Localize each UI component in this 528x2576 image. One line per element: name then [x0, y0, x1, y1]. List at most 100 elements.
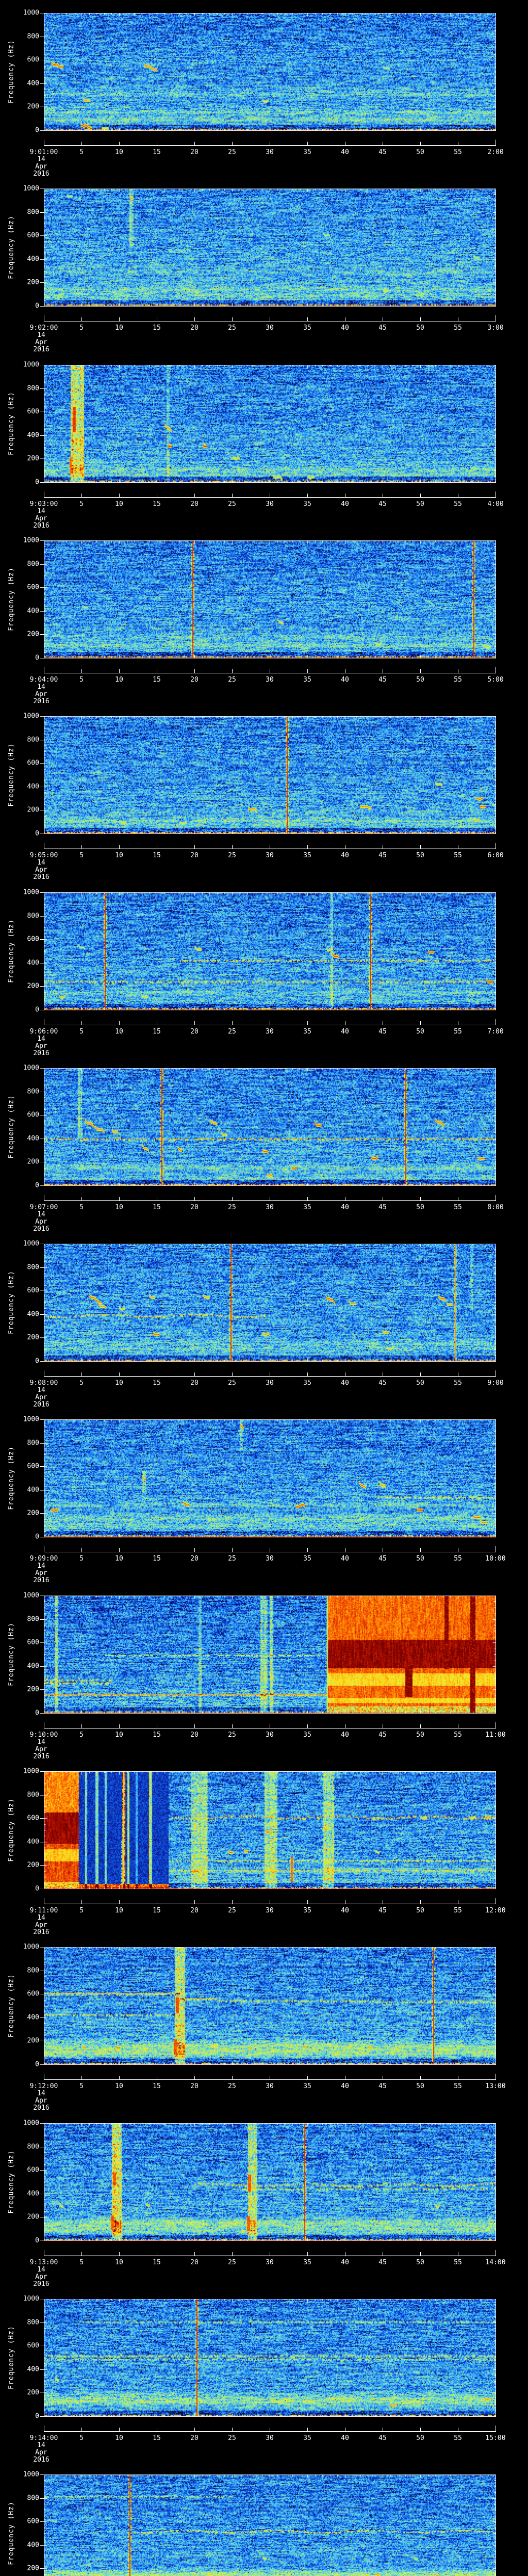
x-tick-mark [81, 845, 82, 849]
x-tick-label: 20 [190, 1379, 199, 1387]
x-tick-mark [307, 1724, 308, 1728]
x-tick-label: 50 [416, 2082, 424, 2090]
x-tick-label: 50 [416, 1204, 424, 1211]
spectrogram-canvas [44, 1771, 496, 1889]
y-axis-label: Frequency (Hz) [7, 40, 15, 104]
x-tick-label: 30 [266, 676, 274, 684]
y-tick-label: 0 [35, 1709, 39, 1717]
time-axis-line [44, 1200, 496, 1201]
y-tick-mark [40, 212, 44, 213]
spectrogram-panel-4: Frequency (Hz) 0 200 400 600 800 1000 9:04:00 5… [0, 528, 528, 706]
y-tick-mark [40, 1666, 44, 1667]
spectrogram-canvas [44, 1068, 496, 1186]
x-tick-label: 5 [79, 1379, 84, 1387]
spectrogram-panel-9: Frequency (Hz) 0 200 400 600 800 1000 9:09:00 5… [0, 1406, 528, 1585]
y-tick-label: 800 [27, 1967, 39, 1975]
x-tick-label: 25 [228, 1555, 236, 1563]
y-tick-mark [40, 282, 44, 283]
y-tick-mark [40, 763, 44, 764]
x-tick-label: 45 [378, 1555, 387, 1563]
spectrogram-canvas [44, 1947, 496, 2065]
y-tick-label: 1000 [23, 2295, 39, 2303]
y-tick-label: 0 [35, 1357, 39, 1365]
date-line-2: Apr [35, 1745, 47, 1753]
x-tick-mark [307, 142, 308, 145]
x-tick-label: 15 [153, 2434, 161, 2442]
y-axis-label: Frequency (Hz) [7, 2150, 15, 2214]
y-tick-mark [40, 1619, 44, 1620]
x-tick-label: 55 [454, 1028, 462, 1036]
y-tick-label: 0 [35, 1533, 39, 1541]
x-tick-label: 55 [454, 148, 462, 156]
spectrogram-canvas [44, 2123, 496, 2241]
x-tick-label: 40 [341, 324, 349, 332]
spectrogram-panel-10: Frequency (Hz) 0 200 400 600 800 1000 9:10:00 5… [0, 1583, 528, 1761]
y-tick-label: 1000 [23, 9, 39, 17]
x-tick-label: 35 [303, 1907, 311, 1914]
x-tick-label: 55 [454, 500, 462, 508]
x-tick-label: 5 [79, 1907, 84, 1914]
x-tick-mark [307, 2252, 308, 2256]
x-end-time-label: 9:00 [487, 1379, 504, 1387]
date-line-1: 14 [37, 2442, 45, 2449]
x-tick-label: 35 [303, 1555, 311, 1563]
y-tick-label: 800 [27, 1791, 39, 1799]
y-tick-label: 600 [27, 231, 39, 240]
x-tick-mark [81, 317, 82, 321]
y-tick-label: 600 [27, 408, 39, 416]
x-tick-mark [81, 1372, 82, 1376]
y-tick-label: 400 [27, 783, 39, 791]
x-tick-label: 15 [153, 1379, 161, 1387]
y-tick-label: 600 [27, 759, 39, 767]
y-tick-mark [40, 1865, 44, 1866]
x-tick-label: 45 [378, 1379, 387, 1387]
x-tick-label: 15 [153, 2259, 161, 2266]
x-tick-label: 20 [190, 1731, 199, 1739]
x-tick-label: 50 [416, 148, 424, 156]
y-tick-mark [40, 587, 44, 588]
x-tick-mark [232, 2428, 233, 2431]
x-tick-label: 55 [454, 324, 462, 332]
x-tick-mark [420, 2428, 421, 2431]
x-tick-label: 35 [303, 324, 311, 332]
x-start-time-label: 9:10:00 [29, 1731, 58, 1739]
x-tick-mark [81, 1021, 82, 1025]
y-tick-mark [40, 916, 44, 917]
x-tick-label: 45 [378, 500, 387, 508]
y-tick-mark [40, 1642, 44, 1643]
x-tick-label: 15 [153, 1731, 161, 1739]
x-tick-label: 45 [378, 1204, 387, 1211]
x-tick-label: 40 [341, 676, 349, 684]
x-tick-label: 25 [228, 1379, 236, 1387]
x-tick-label: 45 [378, 324, 387, 332]
x-end-time-label: 13:00 [485, 2082, 506, 2090]
time-axis-line [44, 145, 496, 146]
date-line-1: 14 [37, 1914, 45, 1922]
x-start-time-label: 9:02:00 [29, 324, 58, 332]
y-tick-label: 800 [27, 32, 39, 41]
date-line-2: Apr [35, 2097, 47, 2105]
x-tick-mark [420, 1372, 421, 1376]
y-tick-label: 0 [35, 654, 39, 662]
x-tick-label: 50 [416, 1555, 424, 1563]
x-tick-label: 55 [454, 1555, 462, 1563]
x-tick-label: 5 [79, 500, 84, 508]
x-tick-mark [420, 142, 421, 145]
y-axis-label: Frequency (Hz) [7, 1270, 15, 1334]
y-tick-label: 600 [27, 583, 39, 591]
x-tick-label: 40 [341, 1555, 349, 1563]
x-tick-mark [307, 2076, 308, 2079]
x-end-time-label: 10:00 [485, 1555, 506, 1563]
y-tick-label: 800 [27, 736, 39, 744]
x-tick-label: 25 [228, 2434, 236, 2442]
y-tick-label: 0 [35, 2412, 39, 2420]
x-tick-label: 40 [341, 1731, 349, 1739]
y-axis-label: Frequency (Hz) [7, 919, 15, 983]
x-end-time-label: 11:00 [485, 1731, 506, 1739]
date-line-2: Apr [35, 163, 47, 171]
spectrogram-canvas [44, 1596, 496, 1714]
y-tick-mark [40, 2064, 44, 2065]
y-tick-mark [40, 716, 44, 717]
y-tick-label: 600 [27, 1111, 39, 1119]
y-axis-label: Frequency (Hz) [7, 1446, 15, 1510]
